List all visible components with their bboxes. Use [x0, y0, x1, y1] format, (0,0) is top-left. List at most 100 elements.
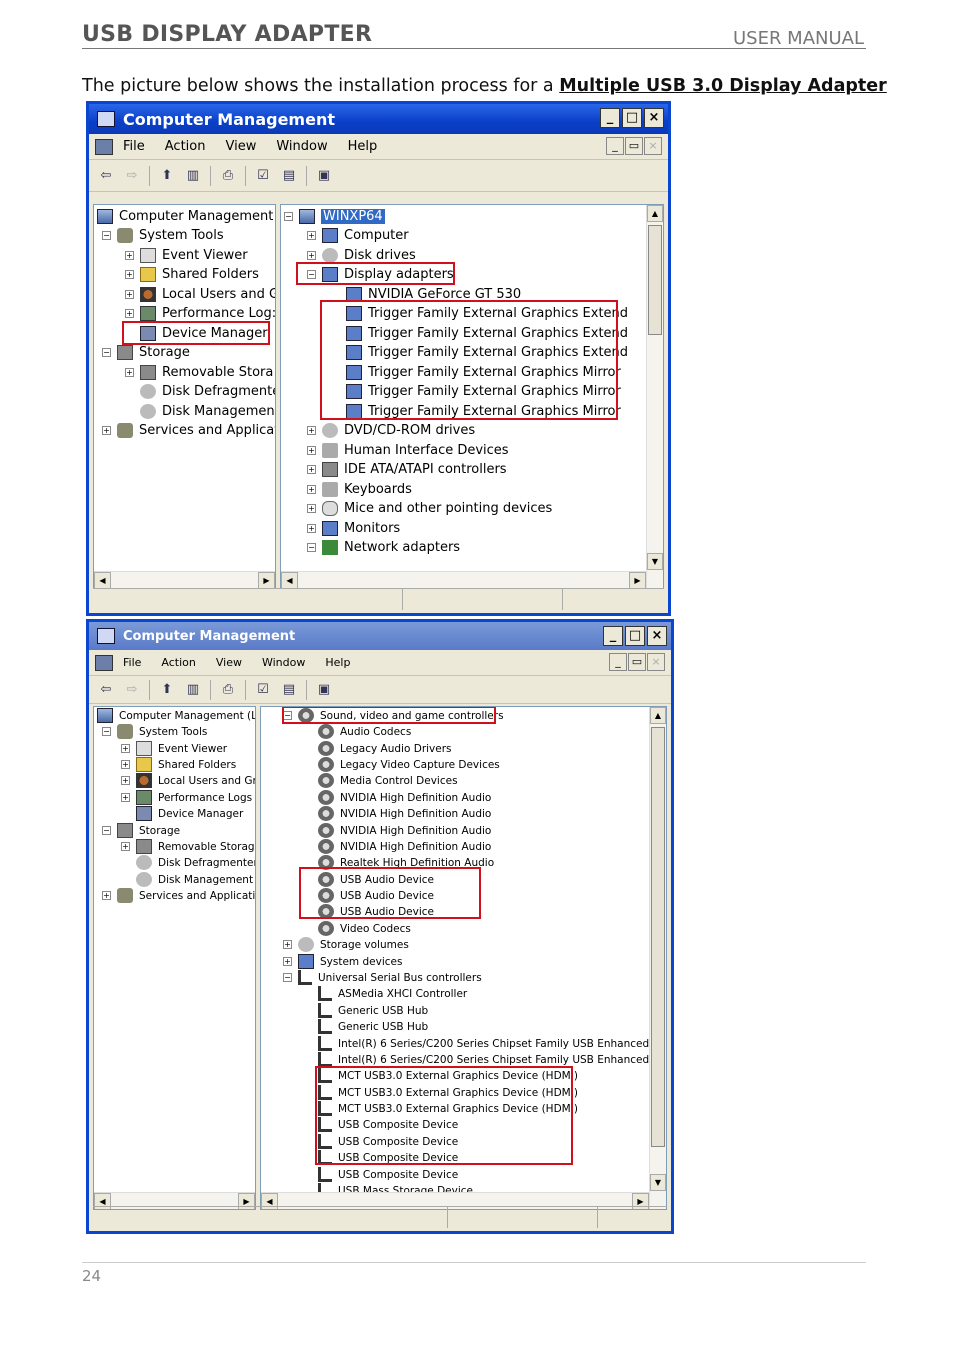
collapse-icon[interactable]: − [284, 212, 293, 221]
list-item[interactable]: USB Composite Device [338, 1136, 458, 1148]
expand-icon[interactable]: + [121, 793, 130, 802]
list-item[interactable]: ASMedia XHCI Controller [338, 988, 467, 1000]
tree-item[interactable]: Disk Defragmente [162, 384, 275, 399]
list-item[interactable]: Trigger Family External Graphics Extend [368, 345, 628, 360]
collapse-icon[interactable]: − [102, 348, 111, 357]
mdi-close-button[interactable]: × [647, 653, 665, 671]
tree-item[interactable]: Monitors [344, 521, 400, 536]
list-item[interactable]: NVIDIA High Definition Audio [340, 808, 491, 820]
close-button[interactable]: × [644, 108, 664, 128]
tree-item[interactable]: Keyboards [344, 482, 412, 497]
tree-item[interactable]: Disk Defragmenter [158, 857, 255, 869]
collapse-icon[interactable]: − [102, 826, 111, 835]
list-item[interactable]: USB Composite Device [338, 1152, 458, 1164]
scroll-up-icon[interactable]: ▲ [650, 707, 666, 724]
vertical-scrollbar[interactable]: ▲ ▼ [649, 707, 666, 1209]
scroll-left-icon[interactable]: ◀ [281, 572, 298, 588]
properties-icon[interactable]: ☑ [254, 681, 272, 699]
expand-icon[interactable]: + [121, 760, 130, 769]
collapse-icon[interactable]: − [307, 270, 316, 279]
back-arrow-icon[interactable]: ⇦ [97, 167, 115, 185]
menu-window[interactable]: Window [276, 139, 327, 154]
mdi-minimize-button[interactable]: _ [606, 137, 624, 155]
collapse-icon[interactable]: − [283, 711, 292, 720]
help-icon[interactable]: ▤ [280, 681, 298, 699]
list-item[interactable]: Trigger Family External Graphics Extend [368, 326, 628, 341]
scroll-left-icon[interactable]: ◀ [94, 572, 111, 588]
tree-item[interactable]: Event Viewer [158, 743, 227, 755]
expand-icon[interactable]: + [121, 776, 130, 785]
forward-arrow-icon[interactable]: ⇨ [123, 681, 141, 699]
list-item[interactable]: Realtek High Definition Audio [340, 857, 494, 869]
scan-hardware-icon[interactable]: ▣ [315, 681, 333, 699]
scroll-right-icon[interactable]: ▶ [258, 572, 275, 588]
tree-item[interactable]: Disk Management [162, 404, 275, 419]
forward-arrow-icon[interactable]: ⇨ [123, 167, 141, 185]
menu-view[interactable]: View [216, 656, 242, 669]
list-item[interactable]: Trigger Family External Graphics Extend [368, 306, 628, 321]
expand-icon[interactable]: + [307, 446, 316, 455]
scroll-thumb[interactable] [648, 225, 662, 335]
scan-hardware-icon[interactable]: ▣ [315, 167, 333, 185]
menu-help[interactable]: Help [348, 139, 378, 154]
list-item[interactable]: Video Codecs [340, 923, 411, 935]
tree-item[interactable]: Human Interface Devices [344, 443, 509, 458]
tree-item[interactable]: Computer Management (L [119, 209, 275, 224]
app-menu-icon[interactable] [95, 138, 113, 155]
tree-item[interactable]: Computer Management (Lo [119, 710, 255, 722]
collapse-icon[interactable]: − [102, 231, 111, 240]
tree-item[interactable]: Universal Serial Bus controllers [318, 972, 482, 984]
expand-icon[interactable]: + [283, 957, 292, 966]
app-menu-icon[interactable] [95, 654, 113, 671]
list-item[interactable]: Generic USB Hub [338, 1021, 428, 1033]
tree-item[interactable]: Device Manager [158, 808, 243, 820]
scroll-up-icon[interactable]: ▲ [647, 205, 663, 222]
mdi-minimize-button[interactable]: _ [609, 653, 627, 671]
tree-item[interactable]: System devices [320, 956, 402, 968]
print-icon[interactable]: ⎙ [219, 681, 237, 699]
list-item[interactable]: Trigger Family External Graphics Mirror [368, 404, 621, 419]
expand-icon[interactable]: + [125, 309, 134, 318]
expand-icon[interactable]: + [125, 270, 134, 279]
list-item[interactable]: MCT USB3.0 External Graphics Device (HDM… [338, 1103, 578, 1115]
expand-icon[interactable]: + [307, 251, 316, 260]
expand-icon[interactable]: + [125, 368, 134, 377]
maximize-button[interactable]: □ [625, 626, 645, 646]
expand-icon[interactable]: + [307, 231, 316, 240]
list-item[interactable]: Intel(R) 6 Series/C200 Series Chipset Fa… [338, 1054, 666, 1066]
mdi-restore-button[interactable]: ▭ [628, 653, 646, 671]
expand-icon[interactable]: + [307, 426, 316, 435]
tree-item-root-selected[interactable]: WINXP64 [321, 209, 385, 224]
show-hide-tree-icon[interactable]: ▥ [184, 681, 202, 699]
list-item[interactable]: NVIDIA GeForce GT 530 [368, 287, 521, 302]
maximize-button[interactable]: □ [622, 108, 642, 128]
tree-item[interactable]: Local Users and G [162, 287, 275, 302]
title-bar[interactable]: Computer Management _ □ × [89, 104, 668, 134]
list-item[interactable]: USB Composite Device [338, 1169, 458, 1181]
menu-help[interactable]: Help [325, 656, 350, 669]
tree-item[interactable]: Shared Folders [158, 759, 236, 771]
list-item[interactable]: MCT USB3.0 External Graphics Device (HDM… [338, 1070, 578, 1082]
tree-item[interactable]: Services and Applicatior [139, 890, 255, 902]
up-folder-icon[interactable]: ⬆ [158, 167, 176, 185]
menu-window[interactable]: Window [262, 656, 305, 669]
expand-icon[interactable]: + [121, 744, 130, 753]
list-item[interactable]: NVIDIA High Definition Audio [340, 841, 491, 853]
menu-file[interactable]: File [123, 656, 141, 669]
list-item[interactable]: NVIDIA High Definition Audio [340, 792, 491, 804]
back-arrow-icon[interactable]: ⇦ [97, 681, 115, 699]
minimize-button[interactable]: _ [600, 108, 620, 128]
list-item[interactable]: NVIDIA High Definition Audio [340, 825, 491, 837]
expand-icon[interactable]: + [125, 251, 134, 260]
tree-item-display-adapters[interactable]: Display adapters [344, 267, 454, 282]
tree-item[interactable]: Services and Applicat [139, 423, 275, 438]
list-item[interactable]: MCT USB3.0 External Graphics Device (HDM… [338, 1087, 578, 1099]
tree-item[interactable]: Disk drives [344, 248, 416, 263]
expand-icon[interactable]: + [102, 891, 111, 900]
up-folder-icon[interactable]: ⬆ [158, 681, 176, 699]
expand-icon[interactable]: + [307, 465, 316, 474]
list-item[interactable]: Legacy Audio Drivers [340, 743, 452, 755]
properties-icon[interactable]: ☑ [254, 167, 272, 185]
expand-icon[interactable]: + [307, 524, 316, 533]
horizontal-scrollbar[interactable]: ◀ ▶ [281, 571, 646, 588]
